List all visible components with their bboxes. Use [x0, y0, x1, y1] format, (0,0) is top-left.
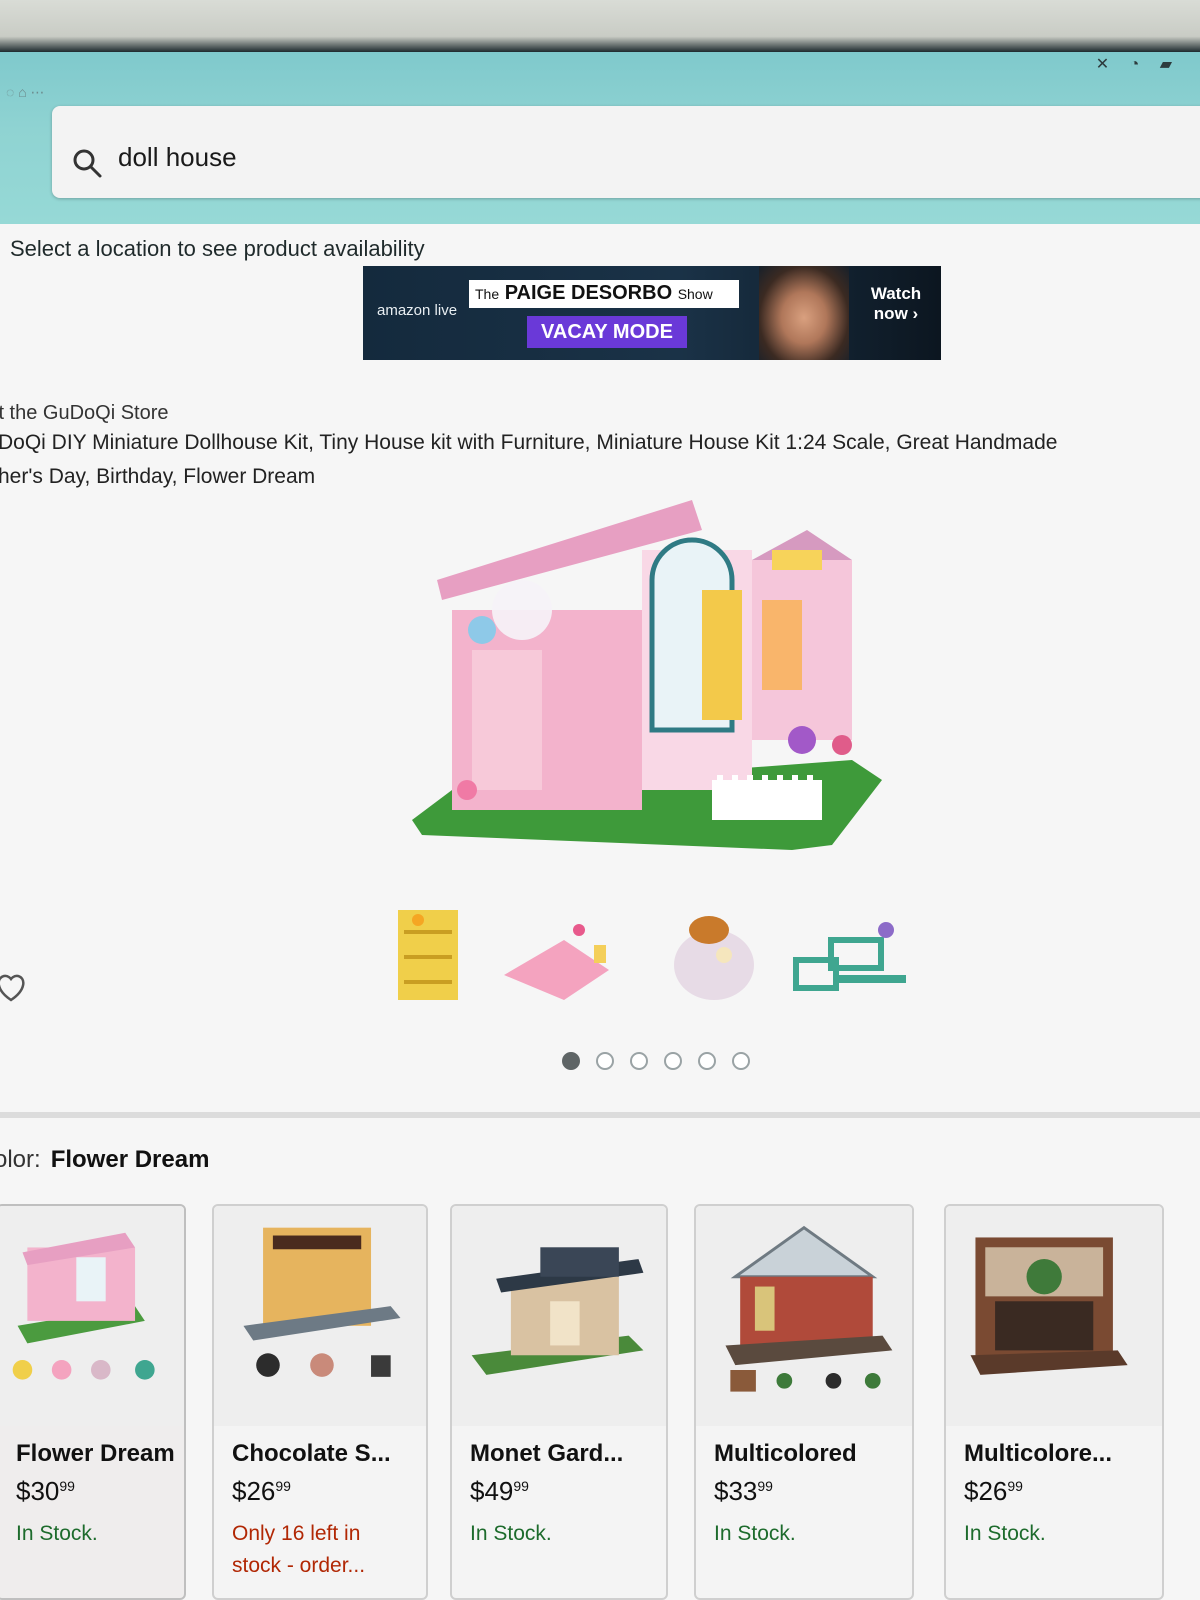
- price-fraction: 99: [59, 1478, 75, 1494]
- thumbnail-table-basket[interactable]: [664, 900, 784, 1010]
- pagination-dot-5[interactable]: [698, 1052, 716, 1070]
- amazon-live-banner[interactable]: amazon live The PAIGE DESORBO Show VACAY…: [363, 266, 941, 360]
- variant-name: Flower Dream: [16, 1440, 175, 1467]
- price-whole: $49: [470, 1476, 514, 1506]
- color-label-prefix: olor:: [0, 1146, 41, 1173]
- product-main-image[interactable]: [412, 490, 892, 870]
- variant-price: $2699: [232, 1476, 291, 1507]
- variant-stock: Only 16 left in stock - order...: [232, 1518, 365, 1582]
- search-icon[interactable]: [70, 146, 104, 180]
- thumbnail-wall-shelf[interactable]: [786, 900, 906, 1010]
- thumbnail-shelf[interactable]: [388, 900, 508, 1010]
- watch-now-button[interactable]: Watch now ›: [863, 284, 929, 324]
- variant-stock: In Stock.: [714, 1522, 796, 1545]
- variant-name: Chocolate S...: [232, 1440, 391, 1467]
- variant-name: Monet Gard...: [470, 1440, 624, 1467]
- variant-price: $4999: [470, 1476, 529, 1507]
- watch-now-line2: now ›: [873, 304, 919, 323]
- variant-image: [946, 1206, 1162, 1426]
- location-prompt[interactable]: Select a location to see product availab…: [10, 236, 425, 262]
- variant-monet-garden[interactable]: Monet Gard... $4999 In Stock.: [450, 1204, 668, 1600]
- price-whole: $30: [16, 1476, 60, 1506]
- banner-host-photo: [759, 266, 849, 360]
- watch-now-line1: Watch: [870, 284, 922, 303]
- variant-image: [452, 1206, 666, 1426]
- pagination-dot-1[interactable]: [562, 1052, 580, 1070]
- price-fraction: 99: [275, 1478, 291, 1494]
- variant-multicolored-2[interactable]: Multicolore... $2699 In Stock.: [944, 1204, 1164, 1600]
- price-whole: $26: [232, 1476, 276, 1506]
- banner-show-prefix: The: [475, 286, 500, 302]
- device-bezel: [0, 0, 1200, 52]
- price-fraction: 99: [513, 1478, 529, 1494]
- header-faint-icons: ◌ ⌂ ⋯: [6, 84, 45, 100]
- product-title-line2: her's Day, Birthday, Flower Dream: [0, 465, 316, 488]
- product-title-line1: DoQi DIY Miniature Dollhouse Kit, Tiny H…: [0, 431, 1058, 454]
- store-link[interactable]: it the GuDoQi Store: [0, 402, 169, 425]
- variant-image: [696, 1206, 912, 1426]
- status-bar-icons: ✕ ◔ ▰: [1095, 56, 1180, 73]
- variant-image: [214, 1206, 426, 1426]
- variant-price: $3099: [16, 1476, 75, 1507]
- variant-stock-line1: Only 16 left in: [232, 1522, 361, 1545]
- banner-show-suffix: Show: [677, 286, 713, 302]
- variant-multicolored[interactable]: Multicolored $3399 In Stock.: [694, 1204, 914, 1600]
- search-query-text[interactable]: doll house: [118, 142, 237, 173]
- variant-flower-dream[interactable]: Flower Dream $3099 In Stock.: [0, 1204, 186, 1600]
- variant-stock-line2: stock - order...: [232, 1554, 366, 1577]
- selected-color: Flower Dream: [50, 1146, 210, 1173]
- color-selection-label: olor: Flower Dream: [0, 1146, 209, 1174]
- variant-name: Multicolored: [714, 1440, 857, 1467]
- variant-image: [0, 1206, 184, 1426]
- price-whole: $26: [964, 1476, 1008, 1506]
- variant-stock: In Stock.: [16, 1522, 98, 1545]
- variant-price: $2699: [964, 1476, 1023, 1507]
- banner-show-name: PAIGE DESORBO: [504, 282, 673, 304]
- pagination-dot-3[interactable]: [630, 1052, 648, 1070]
- variant-stock: In Stock.: [964, 1522, 1046, 1545]
- price-fraction: 99: [757, 1478, 773, 1494]
- amazon-live-logo: amazon live: [377, 302, 458, 319]
- pagination-dot-4[interactable]: [664, 1052, 682, 1070]
- banner-show-title: The PAIGE DESORBO Show: [469, 280, 739, 308]
- variant-stock: In Stock.: [470, 1522, 552, 1545]
- thumbnail-bed[interactable]: [494, 900, 614, 1010]
- heart-icon[interactable]: [0, 970, 28, 1004]
- section-divider: [0, 1112, 1200, 1118]
- pagination-dot-2[interactable]: [596, 1052, 614, 1070]
- variant-price: $3399: [714, 1476, 773, 1507]
- variant-name: Multicolore...: [964, 1440, 1113, 1467]
- price-fraction: 99: [1007, 1478, 1023, 1494]
- product-title: DoQi DIY Miniature Dollhouse Kit, Tiny H…: [0, 426, 1200, 494]
- price-whole: $33: [714, 1476, 758, 1506]
- variant-chocolate[interactable]: Chocolate S... $2699 Only 16 left in sto…: [212, 1204, 428, 1600]
- pagination-dot-6[interactable]: [732, 1052, 750, 1070]
- banner-subtitle: VACAY MODE: [527, 316, 687, 348]
